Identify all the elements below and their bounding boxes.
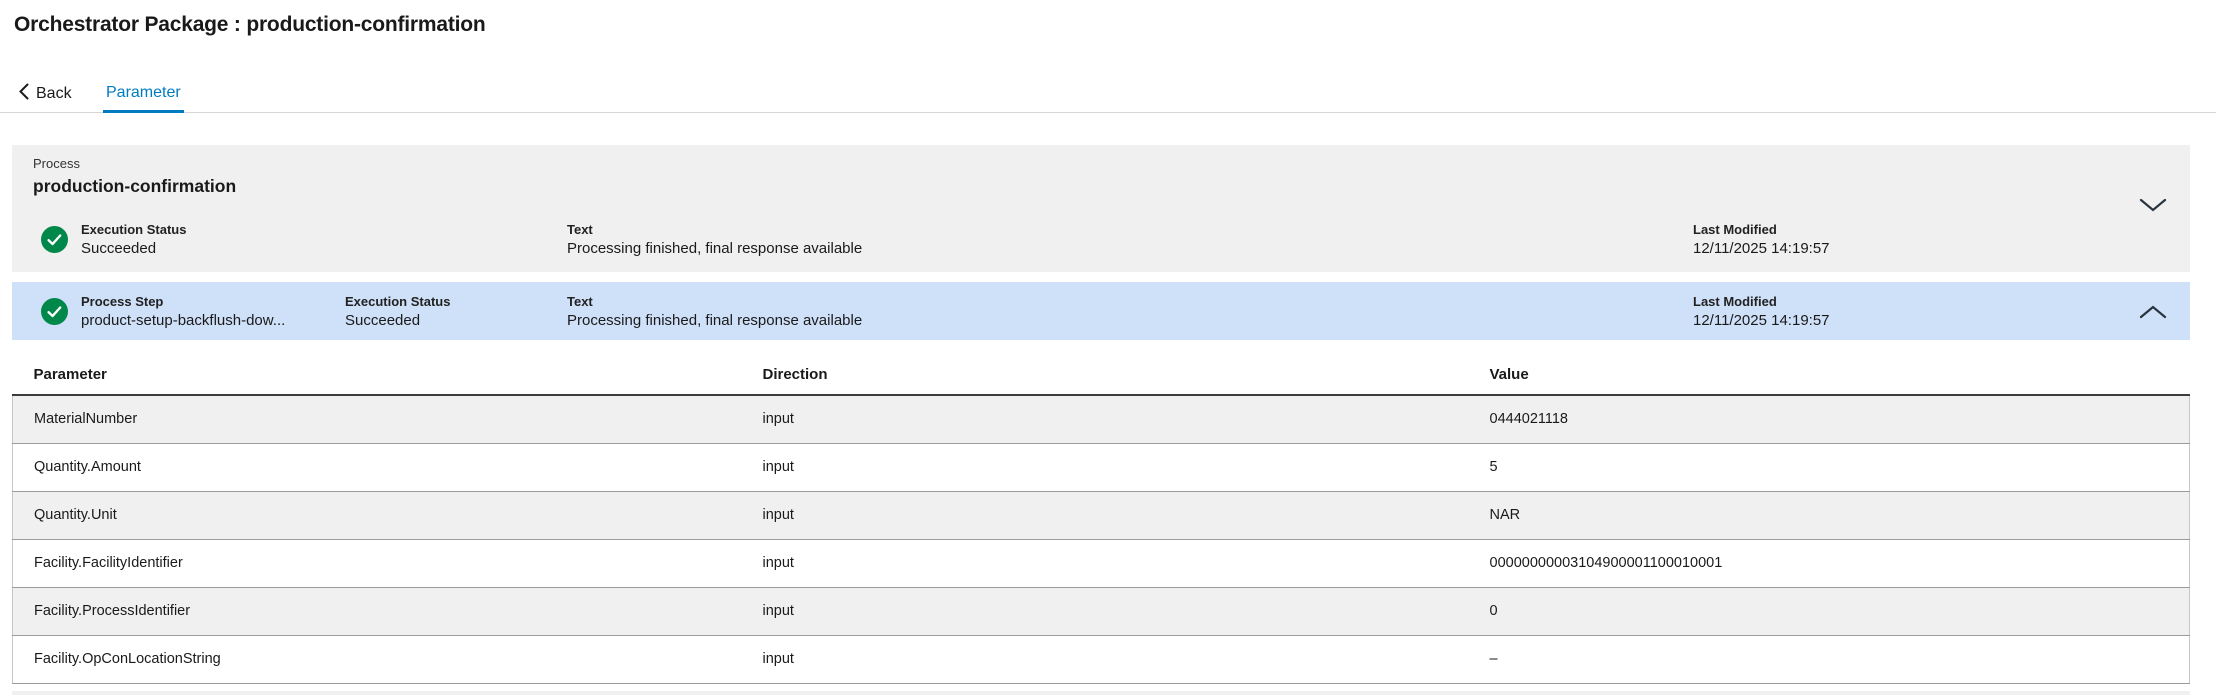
- cell-parameter: Quantity.Amount: [12, 443, 763, 492]
- table-row: Facility.ProcessIdentifier input 0: [12, 587, 2190, 636]
- cell-direction: input: [762, 539, 1490, 588]
- field-text: Text Processing finished, final response…: [567, 222, 1693, 257]
- column-header-parameter: Parameter: [12, 355, 763, 396]
- table-row: Quantity.Unit input NAR: [12, 491, 2190, 540]
- cell-direction: input: [762, 587, 1490, 636]
- cell-value: –: [1489, 635, 2190, 684]
- back-button[interactable]: Back: [18, 81, 72, 107]
- field-label: Process Step: [81, 293, 164, 309]
- parameter-table: Parameter Direction Value MaterialNumber…: [12, 355, 2190, 684]
- cell-value: 0: [1489, 587, 2190, 636]
- cell-parameter: Quantity.Unit: [12, 491, 763, 540]
- cell-direction: input: [762, 443, 1490, 492]
- chevron-left-icon: [18, 83, 29, 105]
- cell-direction: input: [762, 395, 1490, 444]
- field-value: Processing finished, final response avai…: [567, 240, 863, 257]
- cell-parameter: Facility.ProcessIdentifier: [12, 587, 763, 636]
- field-label: Text: [567, 293, 593, 309]
- process-group-label: Process: [33, 156, 80, 171]
- cell-parameter: MaterialNumber: [12, 395, 763, 444]
- cell-value: 5: [1489, 443, 2190, 492]
- cell-value: 0444021118: [1489, 395, 2190, 444]
- field-text: Text Processing finished, final response…: [567, 294, 1693, 329]
- field-value: 12/11/2025 14:19:57: [1693, 311, 1830, 329]
- table-header-row: Parameter Direction Value: [12, 355, 2190, 396]
- table-row: Quantity.Amount input 5: [12, 443, 2190, 492]
- page-title: Orchestrator Package : production-confir…: [14, 13, 486, 36]
- field-value: Succeeded: [345, 311, 421, 329]
- process-panel: Process production-confirmation Executio…: [12, 145, 2190, 272]
- cell-direction: input: [762, 635, 1490, 684]
- field-value: 12/11/2025 14:19:57: [1693, 240, 1830, 257]
- field-label: Text: [567, 222, 593, 237]
- chevron-down-icon: [2138, 198, 2168, 216]
- chevron-up-icon: [2138, 305, 2168, 323]
- process-name: production-confirmation: [33, 176, 237, 196]
- field-label: Execution Status: [345, 293, 451, 309]
- field-value: Processing finished, final response avai…: [567, 311, 863, 329]
- column-header-value: Value: [1489, 355, 2190, 396]
- field-process-step: Process Step product-setup-backflush-dow…: [81, 294, 345, 329]
- field-label: Last Modified: [1693, 293, 1777, 309]
- tab-parameter[interactable]: Parameter: [103, 76, 184, 113]
- tab-bar: Back Parameter: [0, 76, 2216, 113]
- cell-direction: input: [762, 491, 1490, 540]
- field-label: Last Modified: [1693, 222, 1777, 237]
- process-expand-button[interactable]: [2138, 197, 2168, 213]
- column-header-direction: Direction: [762, 355, 1490, 396]
- process-status-row: Execution Status Succeeded Text Processi…: [41, 222, 2130, 257]
- field-last-modified: Last Modified 12/11/2025 14:19:57: [1693, 222, 2130, 257]
- tab-parameter-label: Parameter: [106, 84, 181, 101]
- next-row-sliver: [12, 691, 2190, 695]
- table-row: Facility.OpConLocationString input –: [12, 635, 2190, 684]
- check-circle-icon: [41, 226, 68, 253]
- process-header: Process production-confirmation: [33, 156, 236, 197]
- field-last-modified: Last Modified 12/11/2025 14:19:57: [1693, 294, 2130, 329]
- check-circle-icon: [41, 297, 68, 325]
- table-row: MaterialNumber input 0444021118: [12, 395, 2190, 444]
- cell-parameter: Facility.OpConLocationString: [12, 635, 763, 684]
- table-row: Facility.FacilityIdentifier input 000000…: [12, 539, 2190, 588]
- field-execution-status: Execution Status Succeeded: [81, 222, 567, 257]
- cell-value: 00000000003104900001100010001: [1489, 539, 2190, 588]
- cell-value: NAR: [1489, 491, 2190, 540]
- field-value: product-setup-backflush-dow...: [81, 311, 286, 329]
- process-step-row[interactable]: Process Step product-setup-backflush-dow…: [12, 282, 2190, 340]
- field-label: Execution Status: [81, 222, 187, 237]
- field-value: Succeeded: [81, 240, 157, 257]
- step-collapse-button[interactable]: [2138, 304, 2168, 320]
- field-execution-status: Execution Status Succeeded: [345, 294, 567, 329]
- back-label: Back: [36, 85, 72, 102]
- cell-parameter: Facility.FacilityIdentifier: [12, 539, 763, 588]
